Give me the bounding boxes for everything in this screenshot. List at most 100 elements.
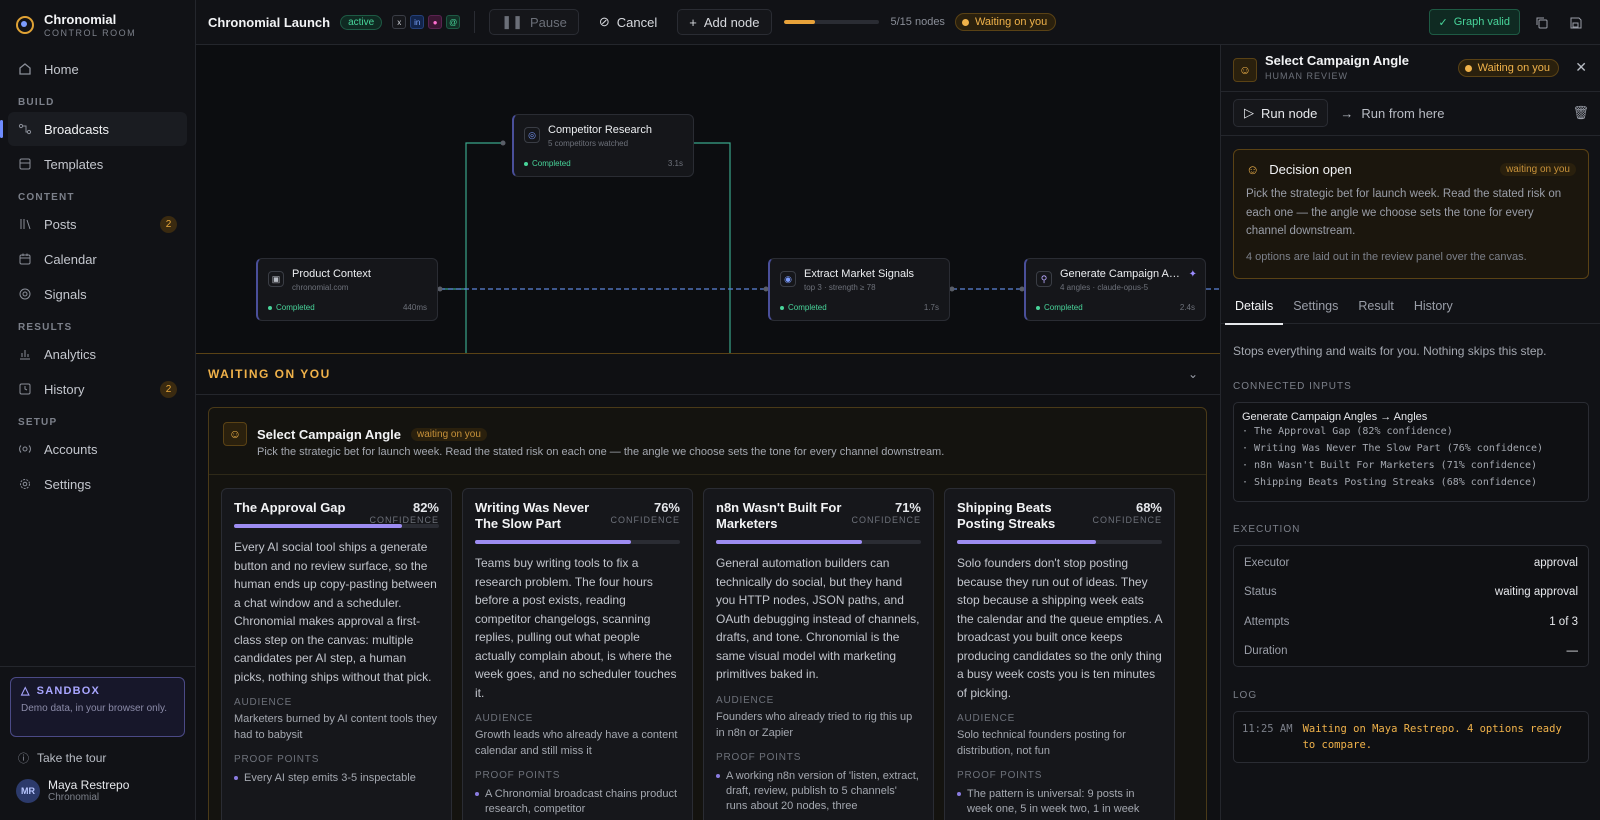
sidebar-item-history[interactable]: History 2: [8, 372, 187, 406]
filter-icon: ◉: [780, 271, 796, 287]
waiting-panel: WAITING ON YOU ⌄ ☺ Select Campaign Angle…: [196, 353, 1220, 820]
sidebar-item-templates[interactable]: Templates: [8, 147, 187, 181]
flask-icon: △: [21, 685, 31, 697]
execution-key: Executor: [1244, 556, 1290, 569]
node-product-context[interactable]: ▣ Product Context chronomial.com Complet…: [256, 258, 438, 321]
progress-label: 5/15 nodes: [890, 16, 945, 28]
sidebar-item-posts[interactable]: Posts 2: [8, 207, 187, 241]
node-duration: 2.4s: [1179, 303, 1195, 312]
option-card[interactable]: Writing Was Never The Slow Part 76% CONFI…: [462, 488, 693, 820]
confidence-bar: [957, 540, 1162, 544]
arrow-right-icon: →: [1340, 105, 1354, 121]
execution-key: Attempts: [1244, 615, 1290, 628]
pause-label: Pause: [529, 14, 567, 30]
confidence-bar: [475, 540, 680, 544]
input-line: · Writing Was Never The Slow Part (76% c…: [1242, 443, 1544, 454]
waiting-panel-title: WAITING ON YOU: [208, 367, 331, 381]
audience-text: Founders who already tried to rig this u…: [716, 710, 913, 739]
avatar: MR: [16, 779, 40, 803]
nav-section-setup: SETUP: [18, 417, 58, 428]
input-line: · The Approval Gap (82% confidence): [1242, 426, 1453, 437]
option-card[interactable]: n8n Wasn't Built For Marketers 71% CONFID…: [703, 488, 934, 820]
pause-button[interactable]: ❚❚ Pause: [489, 9, 579, 35]
workflow-canvas[interactable]: ◎ Competitor Research 5 competitors watc…: [196, 45, 1220, 353]
save-button[interactable]: [1562, 9, 1588, 35]
sidebar-item-label: Templates: [44, 156, 104, 172]
node-duration: 3.1s: [667, 159, 683, 168]
sidebar-item-label: History: [44, 381, 85, 397]
node-status: Completed: [524, 159, 571, 168]
sidebar-item-calendar[interactable]: Calendar: [8, 242, 187, 276]
sidebar-item-settings[interactable]: Settings: [8, 467, 187, 501]
copy-button[interactable]: [1528, 9, 1554, 35]
node-competitor-research[interactable]: ◎ Competitor Research 5 competitors watc…: [512, 114, 694, 177]
run-from-here-button[interactable]: → Run from here: [1340, 106, 1444, 121]
confidence-bar-fill: [475, 540, 631, 544]
inspector-title: Select Campaign Angle: [1265, 53, 1409, 68]
sidebar-item-analytics[interactable]: Analytics: [8, 337, 187, 371]
close-icon[interactable]: ✕: [1575, 59, 1587, 76]
inspector-status-label: Waiting on you: [1477, 62, 1550, 74]
take-tour-link[interactable]: ⓘ Take the tour: [18, 750, 106, 766]
user-profile[interactable]: MR Maya Restrepo Chronomial: [16, 778, 129, 804]
linkedin-channel-icon: in: [410, 15, 425, 29]
log-box: 11:25 AM Waiting on Maya Restrepo. 4 opt…: [1233, 711, 1589, 763]
log-label: LOG: [1233, 690, 1258, 701]
add-node-button[interactable]: + Add node: [677, 9, 772, 35]
chevron-down-icon[interactable]: ⌄: [1188, 367, 1198, 381]
cube-icon: ▣: [268, 271, 284, 287]
sidebar-item-label: Home: [44, 61, 79, 77]
decision-open-note: 4 options are laid out in the review pan…: [1246, 250, 1527, 263]
pause-icon: ❚❚: [501, 14, 523, 29]
user-check-icon: ☺: [1246, 162, 1260, 177]
run-node-button[interactable]: ▷ Run node: [1233, 99, 1329, 127]
tab-history[interactable]: History: [1404, 288, 1463, 324]
connected-inputs-label: CONNECTED INPUTS: [1233, 381, 1352, 392]
audience-label: AUDIENCE: [957, 713, 1016, 724]
nav-section-build: BUILD: [18, 97, 55, 108]
sidebar-item-signals[interactable]: Signals: [8, 277, 187, 311]
graph-valid-badge[interactable]: ✓ Graph valid: [1428, 9, 1520, 35]
confidence-bar-fill: [957, 540, 1097, 544]
option-title: Writing Was Never The Slow Part: [475, 500, 590, 531]
waiting-label: Waiting on you: [974, 16, 1048, 28]
brand-logo-icon: [16, 16, 34, 34]
home-icon: [18, 62, 32, 76]
port-dot: [500, 140, 506, 146]
audience-text: Growth leads who already have a content …: [475, 729, 678, 757]
option-card[interactable]: Shipping Beats Posting Streaks 68% CONFID…: [944, 488, 1175, 820]
proof-point: A working n8n version of 'listen, extrac…: [716, 769, 921, 814]
waiting-status-pill: Waiting on you: [954, 13, 1057, 31]
play-icon: ▷: [1244, 105, 1254, 120]
gear-icon: [18, 477, 32, 491]
sidebar-item-accounts[interactable]: Accounts: [8, 432, 187, 466]
input-line: · n8n Wasn't Built For Marketers (71% co…: [1242, 460, 1538, 471]
node-status: Completed: [780, 303, 827, 312]
option-body: Teams buy writing tools to fix a researc…: [475, 556, 677, 700]
node-generate-campaign-angles[interactable]: ⚲ Generate Campaign Angles ✦ 4 angles · …: [1024, 258, 1206, 321]
waiting-panel-header[interactable]: WAITING ON YOU ⌄: [196, 354, 1220, 395]
tab-details[interactable]: Details: [1225, 288, 1284, 325]
option-card[interactable]: The Approval Gap 82% CONFIDENCE Every AI …: [221, 488, 452, 820]
node-duration: 1.7s: [923, 303, 939, 312]
node-extract-market-signals[interactable]: ◉ Extract Market Signals top 3 · strengt…: [768, 258, 950, 321]
inspector-status-pill: Waiting on you: [1457, 59, 1559, 77]
node-title: Extract Market Signals: [804, 268, 915, 280]
toolbar-divider: [474, 11, 476, 33]
option-body: Every AI social tool ships a generate bu…: [234, 540, 437, 684]
confidence-label: CONFIDENCE: [851, 515, 921, 525]
brand-name: Chronomial: [44, 11, 117, 27]
port-dot: [949, 286, 955, 292]
sandbox-text: Demo data, in your browser only.: [21, 703, 167, 714]
tab-settings[interactable]: Settings: [1283, 288, 1348, 324]
sidebar-item-broadcasts[interactable]: Broadcasts: [0, 112, 187, 146]
tab-result[interactable]: Result: [1348, 288, 1403, 324]
project-title: Chronomial Launch: [208, 14, 331, 30]
trash-icon[interactable]: 🗑︎: [1572, 105, 1589, 121]
sidebar-item-home[interactable]: Home: [8, 52, 187, 86]
execution-row: Attempts 1 of 3: [1244, 607, 1578, 637]
brand[interactable]: Chronomial CONTROL ROOM: [0, 0, 195, 44]
inspector-actions: ▷ Run node → Run from here 🗑︎: [1233, 99, 1589, 127]
node-title: Product Context: [292, 268, 371, 280]
cancel-button[interactable]: ⊘ Cancel: [587, 9, 669, 35]
